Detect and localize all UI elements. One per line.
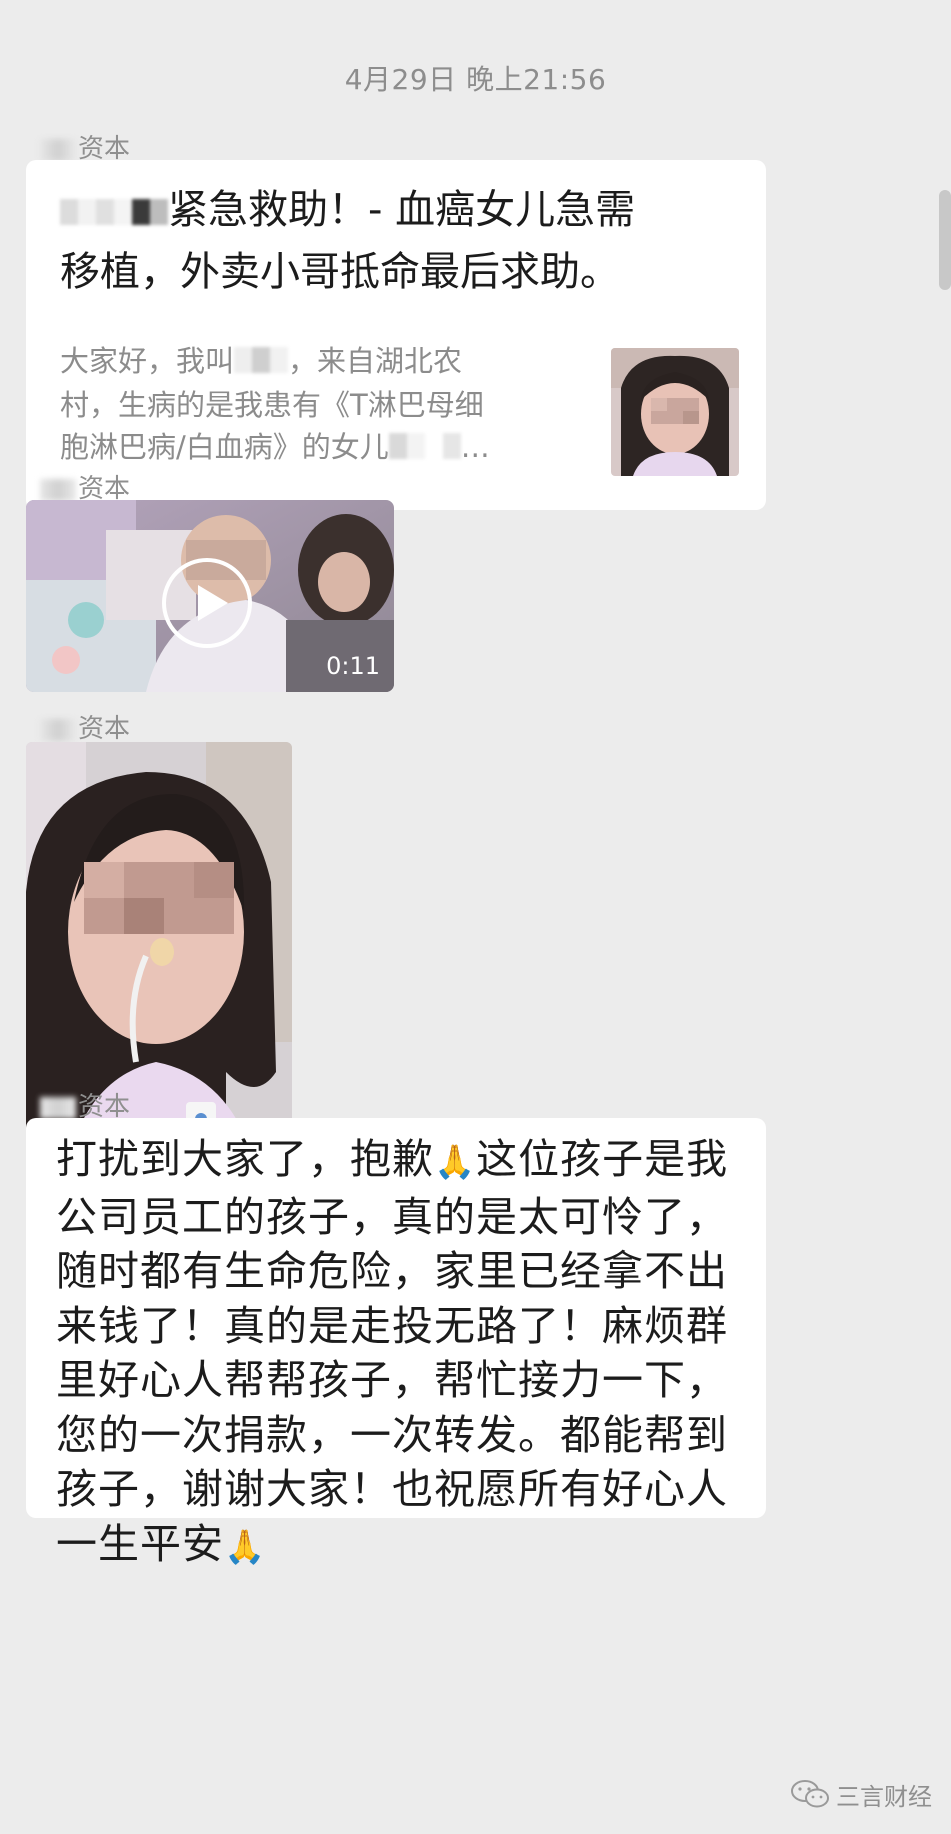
video-message[interactable]: 0:11 bbox=[26, 500, 394, 692]
video-duration: 0:11 bbox=[326, 652, 380, 680]
card-title-line1: 紧急救助！- 血癌女儿急需 bbox=[168, 187, 636, 233]
redacted-name-2 bbox=[234, 342, 289, 384]
blurred-avatar-2 bbox=[40, 478, 76, 501]
card-desc-line1b: ，来自湖北农 bbox=[288, 344, 463, 378]
watermark-text: 三言财经 bbox=[836, 1782, 932, 1811]
message-line-1a: 打扰到大家了，抱歉 bbox=[56, 1135, 434, 1183]
message-line-7: 孩子，谢谢大家！也祝愿所有好心人 bbox=[56, 1465, 728, 1513]
praying-hands-emoji-2: 🙏 bbox=[224, 1526, 267, 1566]
link-card-description: 大家好，我叫 ，来自湖北农 村，生病的是我患有《T淋巴母细 胞淋巴病/白血病》的女… bbox=[60, 340, 600, 470]
link-card-message[interactable]: 紧急救助！- 血癌女儿急需 移植，外卖小哥抵命最后求助。 大家好，我叫 ，来自湖北… bbox=[26, 160, 766, 510]
message-line-4: 来钱了！真的是走投无路了！麻烦群 bbox=[56, 1301, 728, 1350]
card-title-line2: 移植，外卖小哥抵命最后求助。 bbox=[60, 249, 620, 295]
blurred-avatar-3 bbox=[40, 718, 76, 741]
blurred-avatar-4 bbox=[40, 1096, 76, 1119]
message-line-1b: 这位孩子是我 bbox=[476, 1135, 729, 1183]
text-message[interactable]: 打扰到大家了，抱歉🙏这位孩子是我 公司员工的孩子，真的是太可怜了， 随时都有生命… bbox=[26, 1118, 766, 1568]
card-desc-line3a: 胞淋巴病/白血病》的女儿 bbox=[60, 430, 389, 464]
play-icon bbox=[198, 585, 228, 621]
praying-hands-emoji: 🙏 bbox=[434, 1142, 477, 1181]
redacted-name bbox=[60, 182, 168, 242]
card-desc-line1a: 大家好，我叫 bbox=[60, 344, 235, 378]
message-line-8a: 一生平安 bbox=[56, 1519, 224, 1568]
message-line-3: 随时都有生命危险，家里已经拿不出 bbox=[56, 1247, 728, 1295]
card-desc-line3b: … bbox=[460, 430, 490, 464]
sender-name-3: 资本 bbox=[40, 708, 130, 745]
message-timestamp: 4月29日 晚上21:56 bbox=[344, 63, 607, 96]
girl-photo-thumbnail bbox=[611, 348, 739, 476]
message-line-8: 一生平安🙏 bbox=[56, 1517, 756, 1575]
message-line-2: 公司员工的孩子，真的是太可怜了， bbox=[56, 1192, 728, 1241]
sender-label-3: 资本 bbox=[78, 714, 131, 744]
message-line-6: 您的一次捐款，一次转发。都能帮到 bbox=[56, 1410, 728, 1459]
scrollbar[interactable] bbox=[939, 190, 951, 290]
redacted-name-3 bbox=[388, 428, 461, 470]
message-line-1: 打扰到大家了，抱歉🙏这位孩子是我 bbox=[56, 1132, 756, 1190]
blurred-avatar bbox=[40, 138, 76, 161]
message-line-5: 里好心人帮帮孩子，帮忙接力一下， bbox=[56, 1356, 728, 1404]
card-desc-line2: 村，生病的是我患有《T淋巴母细 bbox=[60, 388, 484, 422]
link-card-title: 紧急救助！- 血癌女儿急需 移植，外卖小哥抵命最后求助。 bbox=[60, 180, 750, 302]
text-message-body: 打扰到大家了，抱歉🙏这位孩子是我 公司员工的孩子，真的是太可怜了， 随时都有生命… bbox=[56, 1132, 756, 1574]
play-button[interactable] bbox=[162, 558, 252, 648]
wechat-logo-icon bbox=[791, 1780, 829, 1808]
watermark: 三言财经 bbox=[790, 1774, 932, 1814]
